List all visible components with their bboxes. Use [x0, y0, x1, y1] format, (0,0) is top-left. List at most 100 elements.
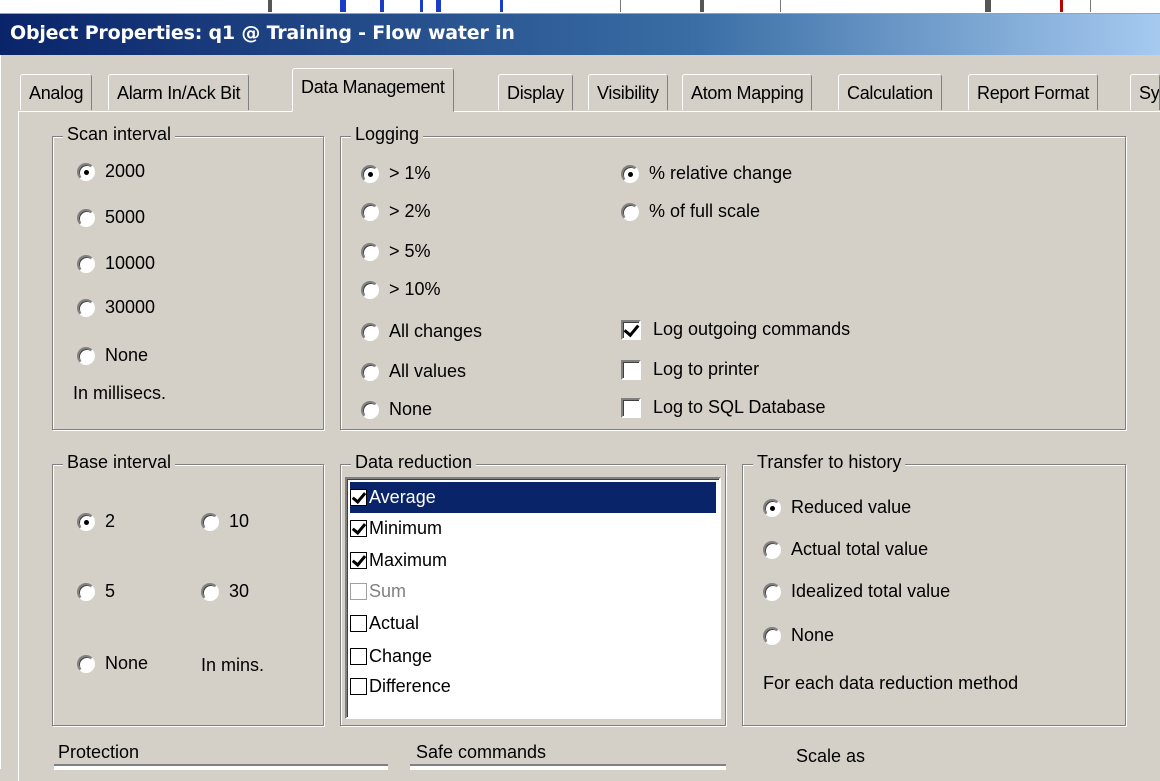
base-interval-option-5[interactable]: 5 [77, 581, 115, 602]
tab-label: Visibility [597, 83, 659, 103]
checkbox-icon[interactable] [621, 319, 641, 340]
base-interval-legend: Base interval [63, 452, 176, 473]
radio-icon[interactable] [77, 346, 95, 365]
list-item-label: Minimum [369, 518, 443, 538]
history-option-none[interactable]: None [763, 625, 834, 646]
history-option-actual-total[interactable]: Actual total value [763, 539, 928, 560]
option-label: 30 [229, 581, 250, 601]
radio-icon[interactable] [201, 582, 219, 601]
logging-group: Logging > 1% > 2% > 5% > 10% All changes… [340, 124, 1126, 430]
list-item-actual[interactable]: Actual [350, 608, 710, 639]
checkbox-icon[interactable] [350, 678, 367, 695]
option-label: All changes [389, 321, 483, 341]
radio-icon[interactable] [763, 540, 781, 559]
log-to-printer-checkbox[interactable]: Log to printer [621, 359, 759, 380]
tab-report-format[interactable]: Report Format [968, 74, 1099, 110]
checkbox-icon[interactable] [350, 648, 367, 665]
radio-icon[interactable] [77, 254, 95, 273]
tab-visibility[interactable]: Visibility [588, 74, 668, 110]
list-item-label: Difference [369, 676, 451, 696]
checkbox-icon [350, 583, 367, 600]
radio-icon[interactable] [361, 362, 379, 381]
logging-option-10pct[interactable]: > 10% [361, 279, 441, 300]
option-label: > 2% [389, 201, 431, 221]
base-interval-option-none[interactable]: None [77, 653, 148, 674]
scan-interval-option-none[interactable]: None [77, 345, 148, 366]
base-interval-option-10[interactable]: 10 [201, 511, 249, 532]
radio-icon[interactable] [361, 164, 379, 183]
logging-option-2pct[interactable]: > 2% [361, 201, 431, 222]
checkbox-label: Log to SQL Database [653, 397, 826, 417]
radio-icon[interactable] [361, 242, 379, 261]
radio-icon[interactable] [763, 582, 781, 601]
scan-interval-option-30000[interactable]: 30000 [77, 297, 155, 318]
radio-icon[interactable] [77, 512, 95, 531]
base-interval-option-2[interactable]: 2 [77, 511, 115, 532]
tab-calculation[interactable]: Calculation [838, 74, 942, 110]
checkbox-icon[interactable] [350, 552, 367, 569]
radio-icon[interactable] [77, 582, 95, 601]
radio-icon[interactable] [361, 322, 379, 341]
logging-option-1pct[interactable]: > 1% [361, 163, 431, 184]
tab-label: Alarm In/Ack Bit [117, 83, 241, 103]
base-interval-option-30[interactable]: 30 [201, 581, 249, 602]
title-bar[interactable]: Object Properties: q1 @ Training - Flow … [0, 14, 1160, 55]
tab-alarm-in-ack-bit[interactable]: Alarm In/Ack Bit [108, 74, 250, 110]
tab-sy[interactable]: Sy [1130, 74, 1160, 110]
logging-option-none[interactable]: None [361, 399, 432, 420]
scan-interval-option-10000[interactable]: 10000 [77, 253, 155, 274]
list-item-change[interactable]: Change [350, 641, 710, 672]
data-reduction-list[interactable]: Average Minimum Maximum Sum Actual Chang… [345, 477, 721, 719]
logging-option-5pct[interactable]: > 5% [361, 241, 431, 262]
list-item-difference[interactable]: Difference [350, 671, 710, 702]
log-to-sql-database-checkbox[interactable]: Log to SQL Database [621, 397, 825, 418]
radio-icon[interactable] [361, 280, 379, 299]
scan-interval-option-5000[interactable]: 5000 [77, 207, 145, 228]
list-item-maximum[interactable]: Maximum [350, 545, 710, 576]
history-option-reduced-value[interactable]: Reduced value [763, 497, 911, 518]
tab-label: Data Management [301, 77, 445, 97]
tab-atom-mapping[interactable]: Atom Mapping [682, 74, 813, 110]
radio-icon[interactable] [361, 202, 379, 221]
radio-icon[interactable] [201, 512, 219, 531]
tab-data-management[interactable]: Data Management [292, 68, 454, 112]
radio-icon[interactable] [77, 162, 95, 181]
logging-mode-full-scale[interactable]: % of full scale [621, 201, 760, 222]
logging-option-all-values[interactable]: All values [361, 361, 466, 382]
safe-commands-field[interactable] [410, 764, 726, 770]
option-label: > 10% [389, 279, 441, 299]
radio-icon[interactable] [77, 208, 95, 227]
option-label: Idealized total value [791, 581, 951, 601]
history-option-idealized-total[interactable]: Idealized total value [763, 581, 950, 602]
checkbox-icon[interactable] [621, 397, 641, 418]
list-item-average[interactable]: Average [350, 482, 716, 513]
tab-display[interactable]: Display [498, 74, 573, 110]
radio-icon[interactable] [77, 298, 95, 317]
list-item-label: Maximum [369, 550, 448, 570]
logging-option-all-changes[interactable]: All changes [361, 321, 482, 342]
scan-interval-option-2000[interactable]: 2000 [77, 161, 145, 182]
checkbox-icon[interactable] [350, 489, 367, 506]
list-item-label: Change [369, 646, 433, 666]
log-outgoing-commands-checkbox[interactable]: Log outgoing commands [621, 319, 850, 340]
tab-label: Sy [1139, 83, 1160, 103]
option-label: > 1% [389, 163, 431, 183]
checkbox-icon[interactable] [621, 359, 641, 380]
radio-icon[interactable] [77, 654, 95, 673]
tab-label: Calculation [847, 83, 933, 103]
checkbox-icon[interactable] [350, 520, 367, 537]
radio-icon[interactable] [621, 164, 639, 183]
logging-mode-relative-change[interactable]: % relative change [621, 163, 792, 184]
radio-icon[interactable] [763, 498, 781, 517]
checkbox-icon[interactable] [350, 615, 367, 632]
tab-analog[interactable]: Analog [20, 74, 93, 110]
protection-field[interactable] [54, 764, 388, 770]
option-label: 5000 [105, 207, 146, 227]
base-interval-group: Base interval 2 10 5 30 None In mins. [52, 452, 324, 726]
list-item-minimum[interactable]: Minimum [350, 513, 710, 544]
radio-icon[interactable] [621, 202, 639, 221]
option-label: 2 [105, 511, 116, 531]
radio-icon[interactable] [361, 400, 379, 419]
option-label: None [105, 345, 149, 365]
radio-icon[interactable] [763, 626, 781, 645]
